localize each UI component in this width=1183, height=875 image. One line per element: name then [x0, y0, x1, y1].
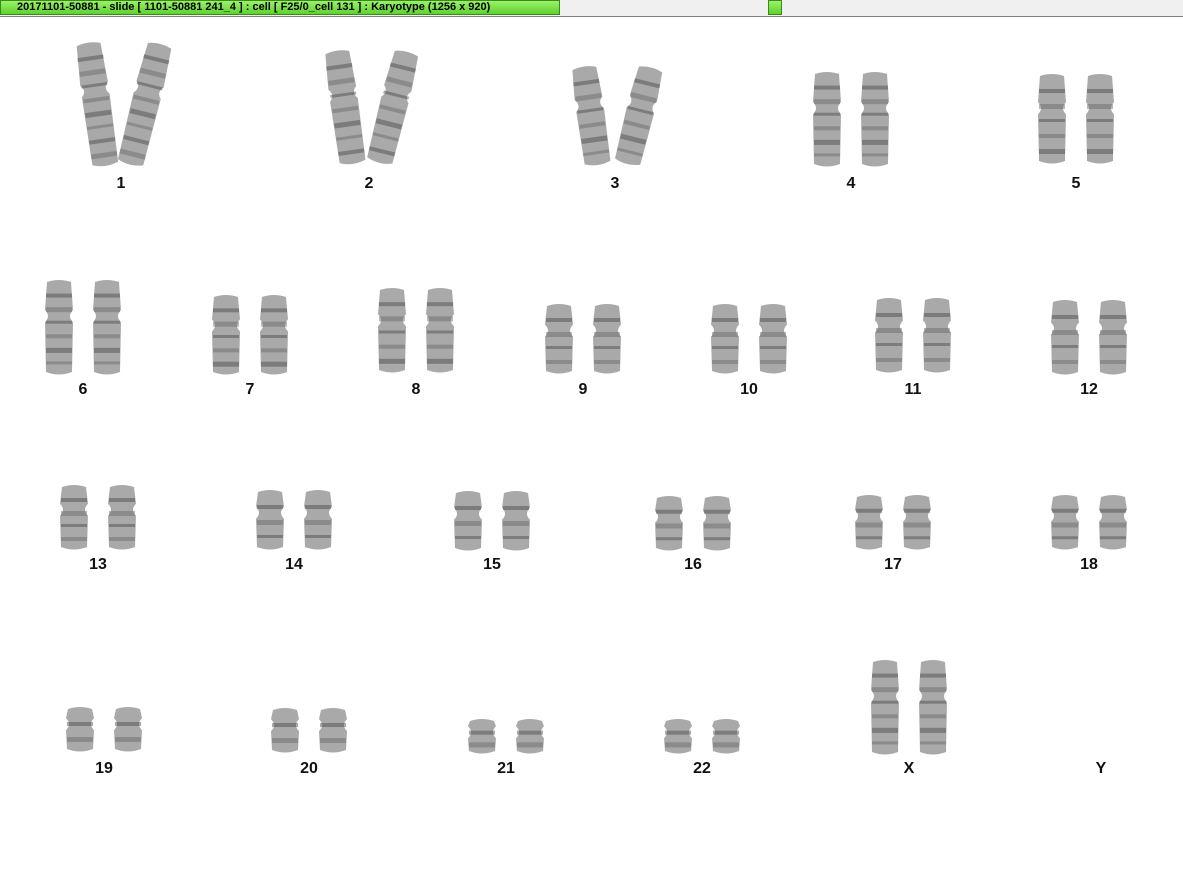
chromosome-pair-3[interactable]: [570, 66, 663, 170]
chromosome-20-homolog-1[interactable]: [266, 708, 304, 757]
chromosome-17-homolog-2[interactable]: [898, 495, 936, 554]
chromosome-15-homolog-1[interactable]: [449, 491, 487, 555]
chromosome-pair-20[interactable]: [264, 708, 354, 757]
chromosome-14-homolog-2[interactable]: [299, 490, 337, 554]
chromosome-pair-15[interactable]: [447, 491, 537, 555]
chromosome-label-x: X: [903, 760, 915, 777]
chromosome-8-homolog-2[interactable]: [421, 288, 459, 377]
chromosome-2-homolog-2[interactable]: [367, 50, 419, 169]
chromosome-label-3: 3: [610, 175, 620, 192]
chromosome-1-homolog-1[interactable]: [76, 42, 119, 171]
chromosome-21-homolog-1[interactable]: [463, 719, 501, 758]
chromosome-18-homolog-1[interactable]: [1046, 495, 1084, 554]
chromosome-label-18: 18: [1080, 556, 1098, 573]
chromosome-11-homolog-2[interactable]: [918, 298, 956, 377]
chromosome-label-14: 14: [285, 556, 303, 573]
chromosome-10-homolog-1[interactable]: [706, 304, 744, 378]
chromosome-9-homolog-1[interactable]: [540, 304, 578, 378]
chromosome-pair-11[interactable]: [868, 298, 958, 377]
chromosome-label-19: 19: [95, 760, 113, 777]
chromosome-label-1: 1: [116, 175, 126, 192]
chromosome-14-homolog-1[interactable]: [251, 490, 289, 554]
chromosome-pair-16[interactable]: [648, 496, 738, 555]
chromosome-9-homolog-2[interactable]: [588, 304, 626, 378]
chromosome-2-homolog-1[interactable]: [325, 50, 366, 169]
chromosome-21-homolog-2[interactable]: [511, 719, 549, 758]
chromosome-label-y: Y: [1095, 760, 1107, 777]
chromosome-4-homolog-2[interactable]: [856, 72, 894, 171]
chromosome-label-20: 20: [300, 760, 318, 777]
chromosome-pair-18[interactable]: [1044, 495, 1134, 554]
chromosome-10-homolog-2[interactable]: [754, 304, 792, 378]
chromosome-18-homolog-2[interactable]: [1094, 495, 1132, 554]
chromosome-pair-5[interactable]: [1031, 74, 1121, 168]
chromosome-3-homolog-2[interactable]: [615, 66, 663, 170]
chromosome-pair-21[interactable]: [461, 719, 551, 758]
chromosome-pair-x[interactable]: [864, 660, 954, 759]
chromosome-label-5: 5: [1071, 175, 1081, 192]
window-title-tab[interactable]: 20171101-50881 - slide [ 1101-50881 241_…: [0, 0, 560, 15]
chromosome-1-homolog-2[interactable]: [117, 42, 172, 171]
chromosome-label-13: 13: [89, 556, 107, 573]
chromosome-pair-19[interactable]: [59, 707, 149, 756]
chromosome-label-2: 2: [364, 175, 374, 192]
chromosome-12-homolog-1[interactable]: [1046, 300, 1084, 379]
chromosome-pair-12[interactable]: [1044, 300, 1134, 379]
chromosome-label-7: 7: [245, 381, 255, 398]
chromosome-pair-2[interactable]: [324, 50, 419, 169]
chromosome-pair-1[interactable]: [76, 42, 172, 171]
chromosome-label-16: 16: [684, 556, 702, 573]
chromosome-22-homolog-1[interactable]: [659, 719, 697, 758]
chromosome-label-6: 6: [78, 381, 88, 398]
chromosome-label-8: 8: [411, 381, 421, 398]
chromosome-label-21: 21: [497, 760, 515, 777]
chromosome-label-4: 4: [846, 175, 856, 192]
chromosome-5-homolog-1[interactable]: [1033, 74, 1071, 168]
chromosome-13-homolog-1[interactable]: [55, 485, 93, 554]
chromosome-pair-7[interactable]: [205, 295, 295, 379]
chromosome-pair-4[interactable]: [806, 72, 896, 171]
chromosome-15-homolog-2[interactable]: [497, 491, 535, 555]
chromosome-6-homolog-1[interactable]: [40, 280, 78, 379]
chromosome-19-homolog-2[interactable]: [109, 707, 147, 756]
chromosome-13-homolog-2[interactable]: [103, 485, 141, 554]
chromosome-pair-22[interactable]: [657, 719, 747, 758]
chromosome-x-homolog-2[interactable]: [914, 660, 952, 759]
chromosome-pair-8[interactable]: [371, 288, 461, 377]
chromosome-22-homolog-2[interactable]: [707, 719, 745, 758]
chromosome-16-homolog-1[interactable]: [650, 496, 688, 555]
secondary-tab[interactable]: [768, 0, 782, 15]
chromosome-20-homolog-2[interactable]: [314, 708, 352, 757]
chromosome-label-22: 22: [693, 760, 711, 777]
chromosome-x-homolog-1[interactable]: [866, 660, 904, 759]
chromosome-label-9: 9: [578, 381, 588, 398]
chromosome-pair-10[interactable]: [704, 304, 794, 378]
chromosome-17-homolog-1[interactable]: [850, 495, 888, 554]
chromosome-pair-6[interactable]: [38, 280, 128, 379]
chromosome-5-homolog-2[interactable]: [1081, 74, 1119, 168]
karyotype-canvas: 1 2 3 4 5 6 7 8 9 10 11 12 13 14 15 16 17 18 19 20 21 22 X Y: [0, 17, 1183, 875]
chromosome-11-homolog-1[interactable]: [870, 298, 908, 377]
chromosome-7-homolog-1[interactable]: [207, 295, 245, 379]
chromosome-7-homolog-2[interactable]: [255, 295, 293, 379]
chromosome-16-homolog-2[interactable]: [698, 496, 736, 555]
chromosome-pair-17[interactable]: [848, 495, 938, 554]
chromosome-8-homolog-1[interactable]: [373, 288, 411, 377]
chromosome-pair-14[interactable]: [249, 490, 339, 554]
chromosome-12-homolog-2[interactable]: [1094, 300, 1132, 379]
chromosome-3-homolog-1[interactable]: [572, 66, 611, 170]
chromosome-6-homolog-2[interactable]: [88, 280, 126, 379]
chromosome-label-12: 12: [1080, 381, 1098, 398]
chromosome-pair-9[interactable]: [538, 304, 628, 378]
chromosome-4-homolog-1[interactable]: [808, 72, 846, 171]
title-bar: 20171101-50881 - slide [ 1101-50881 241_…: [0, 0, 1183, 17]
chromosome-pair-13[interactable]: [53, 485, 143, 554]
chromosome-label-11: 11: [904, 381, 922, 398]
chromosome-label-15: 15: [483, 556, 501, 573]
chromosome-label-10: 10: [740, 381, 758, 398]
chromosome-19-homolog-1[interactable]: [61, 707, 99, 756]
chromosome-label-17: 17: [884, 556, 902, 573]
